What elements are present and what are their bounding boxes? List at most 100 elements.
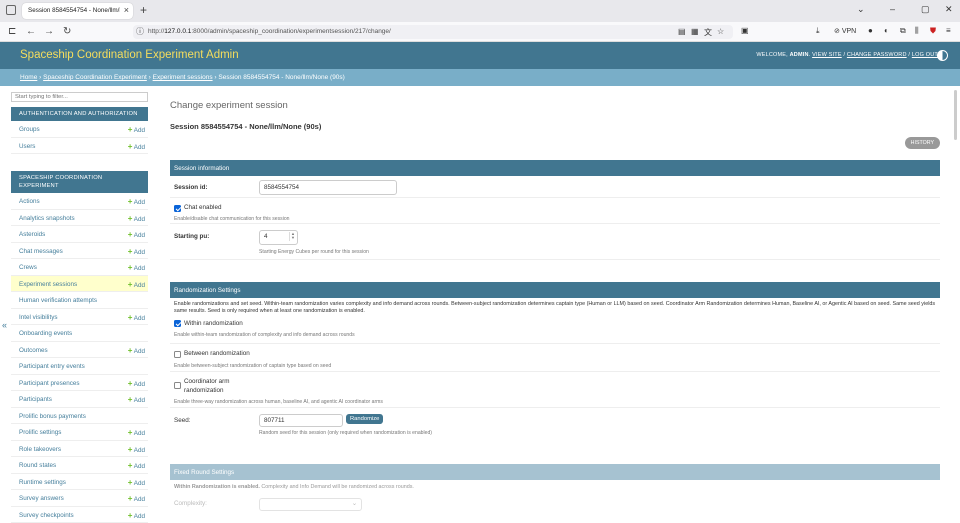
sidebar-item-label[interactable]: Prolific bonus payments (19, 413, 86, 420)
collapse-sidebar-icon[interactable]: « (2, 320, 7, 330)
sidebar-item-round-states[interactable]: Round states + Add (11, 457, 148, 474)
coordinator-arm-checkbox[interactable] (174, 382, 181, 389)
sidebar-item-label[interactable]: Onboarding events (19, 330, 72, 337)
theme-toggle-icon[interactable] (937, 50, 948, 61)
add-outcomes-button[interactable]: + Add (128, 346, 145, 355)
sidebar-item-label[interactable]: Survey checkpoints (19, 512, 74, 519)
sidebar-item-label[interactable]: Outcomes (19, 347, 48, 354)
sidebar-item-label[interactable]: Participant presences (19, 380, 80, 387)
within-randomization-checkbox[interactable] (174, 320, 181, 327)
extension-3-icon[interactable]: ⧉ (900, 26, 906, 36)
add-round-states-button[interactable]: + Add (128, 461, 145, 470)
sidebar-item-outcomes[interactable]: Outcomes + Add (11, 342, 148, 359)
session-id-input[interactable] (259, 180, 397, 195)
add-survey-answers-button[interactable]: + Add (128, 494, 145, 503)
sidebar-item-onboarding-events[interactable]: Onboarding events (11, 325, 148, 342)
menu-icon[interactable]: ≡ (946, 26, 951, 35)
experiment-module-caption[interactable]: SPACESHIP COORDINATION EXPERIMENT (11, 171, 148, 193)
add-chat-messages-button[interactable]: + Add (128, 247, 145, 256)
reader-view-icon[interactable]: ▤ (678, 27, 686, 36)
sidebar-item-crews[interactable]: Crews+ Add (11, 259, 148, 276)
sidebar-item-label[interactable]: Intel visibilitys (19, 314, 58, 321)
sidebar-item-label[interactable]: Actions (19, 198, 40, 205)
sidebar-item-label[interactable]: Participants (19, 396, 52, 403)
add-users-button[interactable]: + Add (128, 142, 145, 151)
add-participant-presences-button[interactable]: + Add (128, 379, 145, 388)
chat-enabled-checkbox[interactable] (174, 205, 181, 212)
page-scrollbar[interactable] (954, 90, 957, 140)
download-icon[interactable]: ⤓ (816, 26, 820, 36)
shield-icon[interactable]: ⛊ (930, 26, 936, 36)
sidebar-toggle-icon[interactable]: ⊏ (8, 26, 16, 37)
change-password-link[interactable]: CHANGE PASSWORD (847, 52, 907, 58)
address-bar[interactable]: ⓘ http://127.0.0.1:8000/admin/spaceship_… (133, 25, 733, 39)
sidebar-item-intel-visibilitys[interactable]: Intel visibilitys + Add (11, 309, 148, 326)
breadcrumb-home[interactable]: Home (20, 74, 37, 81)
sidebar-item-label[interactable]: Runtime settings (19, 479, 66, 486)
close-window-icon[interactable]: ✕ (945, 4, 953, 15)
add-role-takeovers-button[interactable]: + Add (128, 445, 145, 454)
bookmark-star-icon[interactable]: ☆ (717, 27, 724, 36)
sidebar-item-asteroids[interactable]: Asteroids + Add (11, 226, 148, 243)
sidebar-item-analytics-snapshots[interactable]: Analytics snapshots + Add (11, 210, 148, 227)
extension-2-icon[interactable]: ◐ (884, 26, 889, 35)
add-actions-button[interactable]: + Add (128, 197, 145, 206)
add-runtime-settings-button[interactable]: + Add (128, 478, 145, 487)
minimize-icon[interactable]: – (890, 4, 895, 14)
sidebar-item-prolific-settings[interactable]: Prolific settings+ Add (11, 424, 148, 441)
sidebar-item-chat-messages[interactable]: Chat messages + Add (11, 243, 148, 260)
sidebar-item-participants[interactable]: Participants + Add (11, 391, 148, 408)
sidebar-item-runtime-settings[interactable]: Runtime settings + Add (11, 474, 148, 491)
add-asteroids-button[interactable]: + Add (128, 230, 145, 239)
add-survey-checkpoints-button[interactable]: + Add (128, 511, 145, 520)
sidebar-item-users[interactable]: Users + Add (11, 138, 148, 155)
sidebar-filter-input[interactable] (11, 92, 148, 102)
breadcrumb-app[interactable]: Spaceship Coordination Experiment (43, 74, 147, 81)
randomize-button[interactable]: Randomize (346, 414, 383, 424)
sidebar-item-actions[interactable]: Actions + Add (11, 193, 148, 210)
sidebar-item-label[interactable]: Analytics snapshots (19, 215, 75, 222)
sidebar-item-label[interactable]: Round states (19, 462, 56, 469)
sidebar-item-role-takeovers[interactable]: Role takeovers + Add (11, 441, 148, 458)
site-info-icon[interactable]: ⓘ (136, 26, 144, 37)
pocket-icon[interactable]: ▣ (741, 26, 749, 35)
add-groups-button[interactable]: + Add (128, 125, 145, 134)
sidebar-item-label[interactable]: Users (19, 143, 35, 150)
sidebar-item-label[interactable]: Role takeovers (19, 446, 61, 453)
view-site-link[interactable]: VIEW SITE (812, 52, 842, 58)
sidebar-item-label[interactable]: Asteroids (19, 231, 45, 238)
breadcrumb-model[interactable]: Experiment sessions (153, 74, 213, 81)
site-brand[interactable]: Spaceship Coordination Experiment Admin (20, 49, 239, 61)
add-participants-button[interactable]: + Add (128, 395, 145, 404)
sidebar-item-participant-presences[interactable]: Participant presences + Add (11, 375, 148, 392)
sidebar-item-label[interactable]: Experiment sessions (19, 281, 77, 288)
sidebar-item-experiment-sessions[interactable]: Experiment sessions + Add (11, 276, 148, 293)
reload-icon[interactable]: ↻ (63, 26, 71, 37)
sidebar-item-prolific-bonus-payments[interactable]: Prolific bonus payments (11, 408, 148, 425)
close-tab-icon[interactable]: × (124, 5, 129, 15)
new-tab-icon[interactable]: + (140, 3, 147, 17)
add-crews-button[interactable]: + Add (128, 263, 145, 272)
complexity-select[interactable]: ⌄ (259, 498, 362, 511)
logout-link[interactable]: LOG OUT (912, 52, 938, 58)
vpn-icon[interactable]: ⊘ VPN (834, 27, 856, 35)
forward-icon[interactable]: → (44, 26, 54, 37)
translate-icon[interactable]: 文 (704, 27, 712, 38)
add-intel-visibilitys-button[interactable]: + Add (128, 313, 145, 322)
browser-tab-active[interactable]: Session 8584554754 - None/llm/No × (22, 3, 133, 19)
sidebar-item-groups[interactable]: Groups + Add (11, 121, 148, 138)
sidebar-item-survey-checkpoints[interactable]: Survey checkpoints + Add (11, 507, 148, 523)
add-analytics-snapshots-button[interactable]: + Add (128, 214, 145, 223)
back-icon[interactable]: ← (26, 26, 36, 37)
tab-overflow-chevron-icon[interactable]: ⌄ (857, 4, 865, 15)
sidebar-item-participant-entry-events[interactable]: Participant entry events (11, 358, 148, 375)
add-prolific-settings-button[interactable]: + Add (128, 428, 145, 437)
sidebar-item-label[interactable]: Chat messages (19, 248, 63, 255)
sidebar-item-label[interactable]: Groups (19, 126, 40, 133)
history-button[interactable]: HISTORY (905, 137, 940, 149)
add-experiment-sessions-button[interactable]: + Add (128, 280, 145, 289)
sidebar-item-label[interactable]: Human verification attempts (19, 297, 97, 304)
tab-list-icon[interactable] (6, 5, 16, 15)
sidebar-item-label[interactable]: Survey answers (19, 495, 64, 502)
maximize-icon[interactable]: ▢ (921, 4, 930, 15)
